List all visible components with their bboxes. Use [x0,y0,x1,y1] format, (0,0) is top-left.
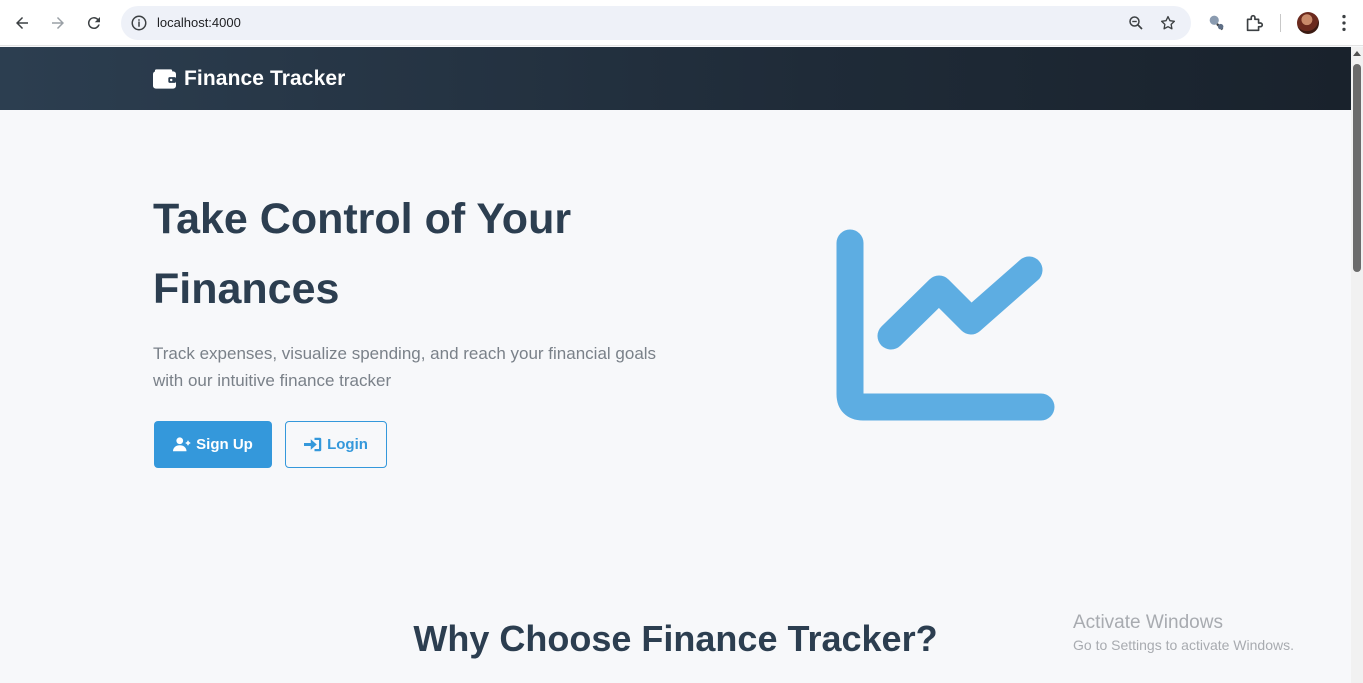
scroll-thumb[interactable] [1353,64,1361,272]
extensions-icon[interactable] [1243,12,1265,34]
back-arrow-icon [16,17,28,29]
hero-subtitle: Track expenses, visualize spending, and … [153,344,657,390]
forward-arrow-icon [52,17,64,29]
line-chart-icon [836,229,1055,421]
browser-toolbar: localhost:4000 [0,0,1363,46]
forward-button[interactable] [46,11,70,35]
hero-title: Take Control of Your Finances [153,195,572,313]
kebab-menu-icon[interactable] [1333,12,1355,34]
windows-activation-watermark: Activate Windows Go to Settings to activ… [1073,611,1294,655]
info-icon[interactable] [130,14,148,32]
scroll-up-arrow-icon[interactable] [1353,51,1361,56]
watermark-subtitle: Go to Settings to activate Windows. [1073,637,1294,653]
back-button[interactable] [10,11,34,35]
user-plus-icon [173,437,191,452]
extension-puzzle-icon[interactable] [1206,12,1228,34]
brand-link[interactable]: Finance Tracker [153,67,345,91]
reload-icon [87,17,100,30]
site-navbar: Finance Tracker [0,47,1351,110]
profile-avatar[interactable] [1297,12,1319,34]
zoom-icon[interactable] [1127,14,1145,32]
page-scrollbar[interactable] [1351,47,1363,683]
wallet-icon [153,69,176,89]
signup-label: Sign Up [196,436,253,453]
login-button[interactable]: Login [285,421,387,468]
watermark-title: Activate Windows [1073,612,1223,633]
star-icon[interactable] [1159,14,1177,32]
address-bar[interactable]: localhost:4000 [121,6,1191,40]
sign-in-icon [304,437,322,452]
reload-button[interactable] [82,11,106,35]
url-text[interactable]: localhost:4000 [157,15,241,30]
login-label: Login [327,436,368,453]
signup-button[interactable]: Sign Up [154,421,272,468]
toolbar-divider [1280,14,1281,32]
brand-name: Finance Tracker [184,67,346,90]
